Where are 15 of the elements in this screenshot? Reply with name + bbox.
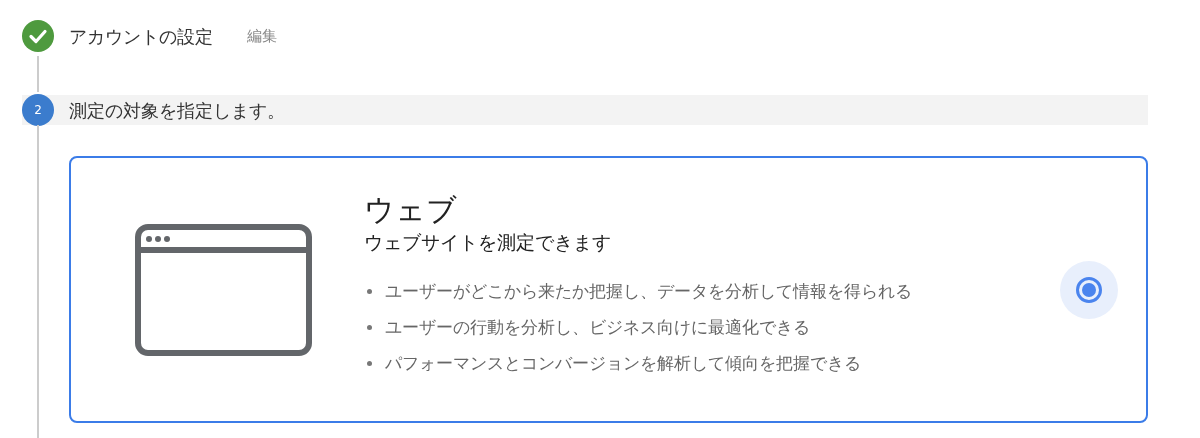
step-title: 測定の対象を指定します。 bbox=[69, 98, 285, 123]
browser-window-icon bbox=[135, 223, 312, 356]
bullet-icon bbox=[367, 288, 372, 294]
option-card[interactable]: ウェブ ウェブサイトを測定できます ユーザーがどこから来たか把握し、データを分析して情報を得られる ユーザーの行動を分析し、ビジネス向けに最適化できる パフォーマンスとコンバージョンを解析して傾向を把握できる bbox=[69, 156, 1148, 423]
feature-text: ユーザーの行動を分析し、ビジネス向けに最適化できる bbox=[385, 316, 810, 339]
bullet-icon bbox=[367, 360, 372, 366]
check-icon bbox=[22, 20, 54, 52]
edit-link[interactable]: 編集 bbox=[247, 24, 277, 48]
option-subtitle: ウェブサイトを測定できます bbox=[364, 230, 612, 255]
bullet-icon bbox=[367, 324, 372, 330]
feature-text: パフォーマンスとコンバージョンを解析して傾向を把握できる bbox=[385, 352, 861, 375]
step-title: アカウントの設定 bbox=[69, 24, 213, 49]
step-number: 2 bbox=[22, 94, 54, 126]
feature-text: ユーザーがどこから来たか把握し、データを分析して情報を得られる bbox=[385, 280, 912, 303]
option-title: ウェブ bbox=[364, 191, 458, 229]
